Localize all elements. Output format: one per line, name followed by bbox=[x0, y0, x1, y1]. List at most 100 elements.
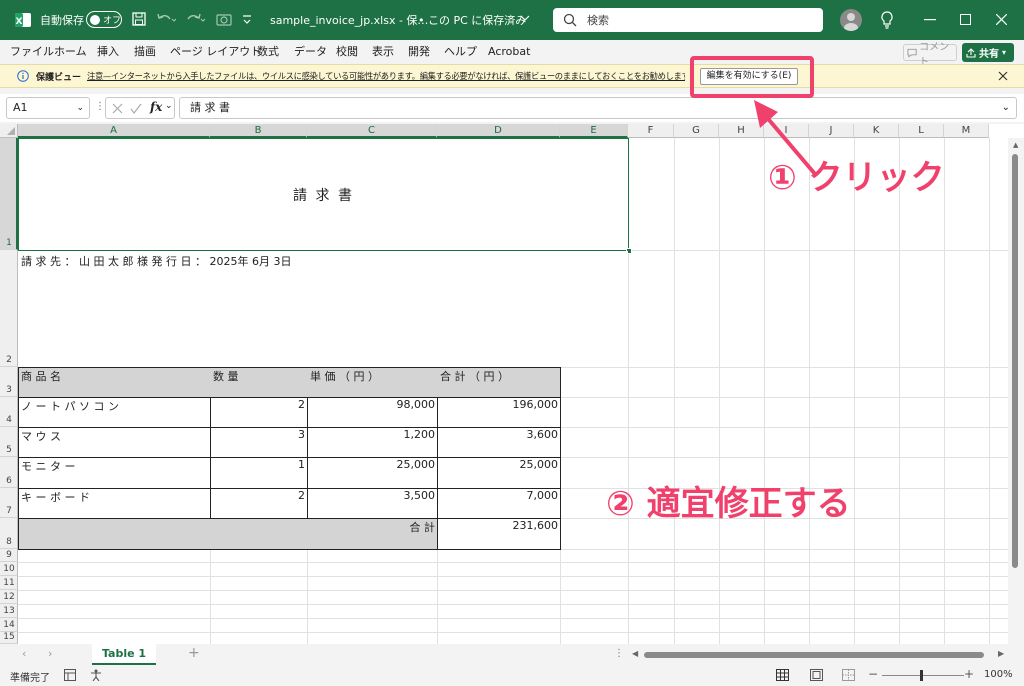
formula-input[interactable]: 請 求 書 ⌄ bbox=[179, 97, 1017, 119]
menu-data[interactable]: データ bbox=[294, 40, 327, 64]
column-header-e[interactable]: E bbox=[560, 124, 628, 138]
row-header-12[interactable]: 12 bbox=[0, 590, 18, 604]
row-header-1[interactable]: 1 bbox=[0, 138, 18, 250]
row-header-3[interactable]: 3 bbox=[0, 367, 18, 397]
redo-icon[interactable] bbox=[186, 12, 206, 26]
recipient-cell[interactable]: 請 求 先 ： 山 田 太 郎 様 発 行 日 ： 2025年 6月 3日 bbox=[19, 251, 628, 367]
close-window-icon[interactable] bbox=[996, 14, 1007, 25]
page-layout-view-icon[interactable] bbox=[810, 669, 823, 684]
undo-icon[interactable] bbox=[156, 12, 176, 26]
menu-help[interactable]: ヘルプ bbox=[444, 40, 477, 64]
column-header-k[interactable]: K bbox=[854, 124, 899, 138]
column-header-c[interactable]: C bbox=[307, 124, 437, 138]
add-sheet-icon[interactable]: + bbox=[188, 645, 200, 661]
comment-button[interactable]: コメント bbox=[903, 42, 957, 68]
close-icon[interactable] bbox=[998, 70, 1008, 84]
row-header-14[interactable]: 14 bbox=[0, 618, 18, 632]
vertical-scroll-thumb[interactable] bbox=[1012, 154, 1018, 568]
zoom-out-icon[interactable]: − bbox=[868, 667, 878, 681]
row-header-7[interactable]: 7 bbox=[0, 488, 18, 518]
avatar[interactable] bbox=[840, 9, 862, 31]
gridline bbox=[18, 618, 1008, 619]
invoice-title-cell[interactable]: 請 求 書 bbox=[18, 138, 632, 254]
zoom-in-icon[interactable]: + bbox=[964, 667, 974, 681]
zoom-level[interactable]: 100% bbox=[984, 669, 1013, 680]
menu-page-layout[interactable]: ページ レイアウト bbox=[170, 40, 261, 64]
gridline bbox=[18, 604, 1008, 605]
menu-acrobat[interactable]: Acrobat bbox=[488, 40, 530, 64]
excel-logo-icon[interactable]: X bbox=[14, 12, 32, 28]
scroll-up-icon[interactable]: ▲ bbox=[1013, 141, 1018, 149]
name-box[interactable]: A1 ⌄ bbox=[6, 97, 90, 119]
column-header-f[interactable]: F bbox=[628, 124, 674, 138]
column-header-l[interactable]: L bbox=[899, 124, 944, 138]
insert-function-icon[interactable]: fx bbox=[150, 100, 162, 114]
menu-formulas[interactable]: 数式 bbox=[257, 40, 279, 64]
menu-file[interactable]: ファイル bbox=[10, 40, 54, 64]
enter-icon[interactable] bbox=[130, 103, 142, 114]
search-box[interactable]: 検索 bbox=[553, 8, 823, 32]
share-button[interactable]: 共有 ▾ bbox=[962, 43, 1014, 62]
horizontal-scrollbar[interactable]: ◀ ▶ bbox=[632, 647, 1008, 663]
maximize-icon[interactable] bbox=[960, 14, 971, 25]
gridline bbox=[18, 576, 1008, 577]
row-header-8[interactable]: 8 bbox=[0, 518, 18, 549]
row-header-9[interactable]: 9 bbox=[0, 549, 18, 562]
zoom-slider[interactable] bbox=[882, 670, 964, 681]
share-chevron-icon: ▾ bbox=[1002, 48, 1007, 57]
scroll-right-icon[interactable]: ▶ bbox=[998, 649, 1004, 658]
row-header-15[interactable]: 15 bbox=[0, 632, 18, 644]
workbook-stats-icon[interactable] bbox=[64, 669, 76, 684]
select-all-corner[interactable] bbox=[0, 124, 18, 138]
camera-icon[interactable] bbox=[216, 12, 232, 26]
menu-home[interactable]: ホーム bbox=[54, 40, 87, 64]
horizontal-scroll-thumb[interactable] bbox=[644, 652, 984, 658]
row-header-11[interactable]: 11 bbox=[0, 576, 18, 590]
row-header-5[interactable]: 5 bbox=[0, 427, 18, 457]
info-icon bbox=[17, 70, 29, 85]
column-header-b[interactable]: B bbox=[210, 124, 307, 138]
row-header-4[interactable]: 4 bbox=[0, 397, 18, 427]
protected-view-label: 保護ビュー bbox=[36, 73, 82, 83]
column-header-a[interactable]: A bbox=[18, 124, 210, 138]
formula-bar: A1 ⌄ ⋮ fx ⌄ 請 求 書 ⌄ bbox=[0, 94, 1024, 122]
menu-view[interactable]: 表示 bbox=[372, 40, 394, 64]
status-bar: 準備完了 − + 100% bbox=[0, 666, 1024, 686]
page-break-view-icon[interactable] bbox=[842, 669, 855, 684]
autosave-toggle[interactable]: オフ bbox=[86, 11, 122, 28]
spreadsheet-grid[interactable]: A B C D E F G H I J K L M 1 2 3 4 5 6 7 … bbox=[0, 124, 1024, 644]
chevron-down-icon[interactable] bbox=[520, 14, 530, 22]
zoom-slider-thumb[interactable] bbox=[920, 670, 923, 681]
vertical-scrollbar[interactable]: ▲ bbox=[1008, 138, 1024, 644]
fx-chevron-icon: ⌄ bbox=[165, 101, 173, 111]
column-header-d[interactable]: D bbox=[437, 124, 560, 138]
normal-view-icon[interactable] bbox=[776, 669, 789, 684]
menu-developer[interactable]: 開発 bbox=[408, 40, 430, 64]
row-header-13[interactable]: 13 bbox=[0, 604, 18, 618]
column-header-m[interactable]: M bbox=[944, 124, 989, 138]
save-icon[interactable] bbox=[132, 12, 146, 26]
next-sheet-icon[interactable]: › bbox=[48, 647, 52, 660]
scroll-left-icon[interactable]: ◀ bbox=[632, 649, 638, 658]
save-location[interactable]: • この PC に保存済み bbox=[418, 12, 526, 28]
row-header-10[interactable]: 10 bbox=[0, 562, 18, 576]
lightbulb-icon[interactable] bbox=[880, 11, 894, 29]
svg-text:X: X bbox=[16, 17, 23, 27]
table-border bbox=[18, 367, 561, 550]
customize-qat-icon[interactable] bbox=[242, 12, 252, 26]
accessibility-icon[interactable] bbox=[90, 669, 102, 684]
menu-review[interactable]: 校閲 bbox=[336, 40, 358, 64]
gridline bbox=[854, 138, 855, 644]
column-header-g[interactable]: G bbox=[674, 124, 719, 138]
tab-split-handle-icon[interactable]: ⋮ bbox=[614, 648, 624, 659]
cancel-icon[interactable] bbox=[112, 103, 123, 114]
annotation-step-2: ② 適宜修正する bbox=[606, 484, 851, 524]
menu-draw[interactable]: 描画 bbox=[134, 40, 156, 64]
row-header-6[interactable]: 6 bbox=[0, 457, 18, 488]
sheet-tab-table-1[interactable]: Table 1 bbox=[92, 644, 156, 665]
prev-sheet-icon[interactable]: ‹ bbox=[22, 647, 26, 660]
minimize-icon[interactable] bbox=[924, 19, 936, 21]
menu-insert[interactable]: 挿入 bbox=[97, 40, 119, 64]
row-header-2[interactable]: 2 bbox=[0, 250, 18, 367]
gridline bbox=[899, 138, 900, 644]
